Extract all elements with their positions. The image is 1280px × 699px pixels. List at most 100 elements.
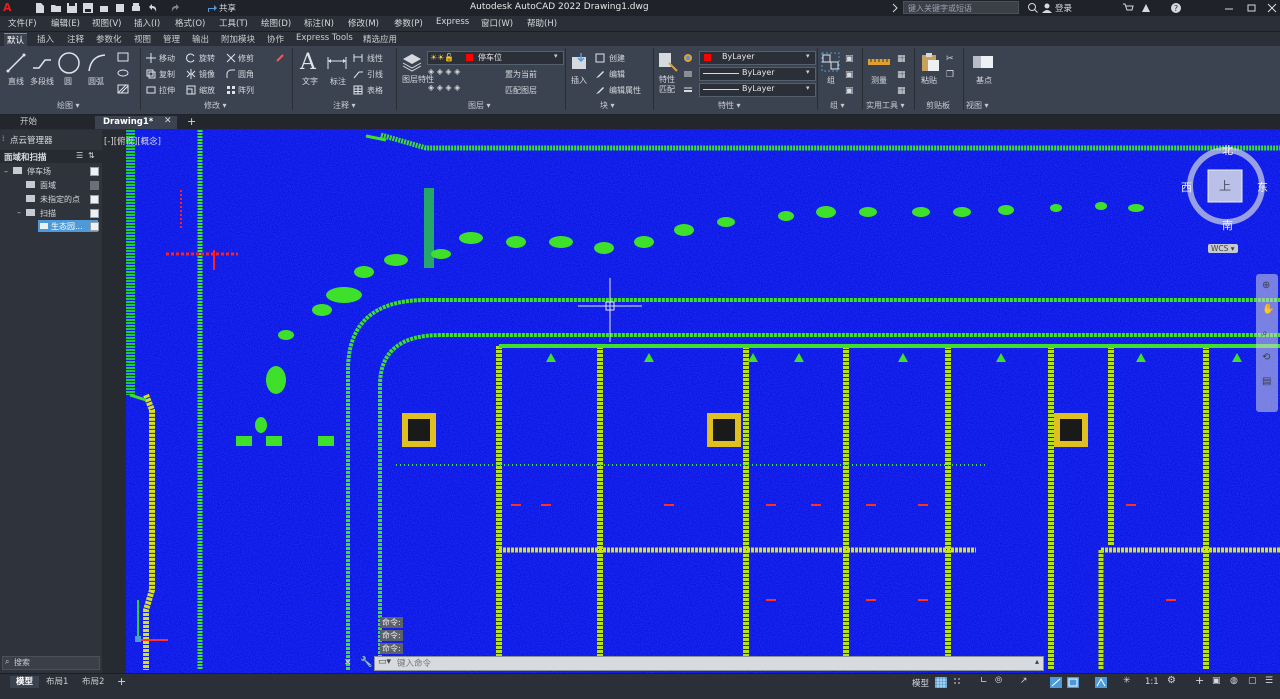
model-space-button[interactable]: 模型	[912, 677, 929, 689]
move-icon[interactable]	[146, 53, 156, 63]
showmotion-icon[interactable]: ▤	[1262, 376, 1271, 387]
menu-file[interactable]: 文件(F)	[8, 17, 37, 29]
clean-screen-icon[interactable]: ▢	[1248, 676, 1257, 686]
table-label[interactable]: 表格	[367, 85, 383, 96]
line-label[interactable]: 直线	[8, 76, 24, 87]
tab-annotate[interactable]: 注释	[64, 33, 87, 45]
polyline-label[interactable]: 多段线	[30, 76, 54, 87]
compass-east[interactable]: 东	[1257, 179, 1268, 195]
group-tools-icon[interactable]: ▣ ▣ ▣	[845, 51, 854, 99]
measure-label[interactable]: 测量	[871, 75, 887, 86]
tree-item-region-checkbox[interactable]	[90, 181, 99, 190]
wcs-menu[interactable]: WCS ▾	[1208, 244, 1238, 253]
circle-icon[interactable]	[57, 51, 81, 75]
arc-label[interactable]: 圆弧	[88, 76, 104, 87]
menu-draw[interactable]: 绘图(D)	[261, 17, 291, 29]
rotate-label[interactable]: 旋转	[199, 53, 215, 64]
tab-layout2[interactable]: 布局2	[76, 676, 110, 688]
polar-icon[interactable]: ⦾	[995, 676, 1002, 686]
ortho-icon[interactable]: ∟	[980, 676, 988, 686]
menu-format[interactable]: 格式(O)	[175, 17, 205, 29]
tab-view[interactable]: 视图	[131, 33, 154, 45]
new-file-icon[interactable]	[34, 2, 46, 14]
ellipse-icon[interactable]	[117, 68, 129, 78]
menu-help[interactable]: 帮助(H)	[527, 17, 557, 29]
tree-item-parking-checkbox[interactable]	[90, 167, 99, 176]
tab-model[interactable]: 模型	[10, 676, 40, 688]
rectangle-icon[interactable]	[117, 52, 129, 62]
hardware-acceleration-icon[interactable]: ▣	[1212, 676, 1221, 686]
save-icon[interactable]	[66, 2, 78, 14]
help-icon[interactable]: ?	[1170, 2, 1182, 14]
collapse-icon[interactable]: –	[4, 167, 8, 176]
layers-panel-label[interactable]: 图层 ▾	[468, 100, 491, 111]
restore-icon[interactable]	[1246, 2, 1258, 14]
drawing-viewport[interactable]	[126, 130, 1280, 673]
make-current-label[interactable]: 置为当前	[505, 69, 537, 80]
leader-icon[interactable]	[353, 69, 363, 79]
annotation-panel-label[interactable]: 注释 ▾	[333, 100, 356, 111]
edit-label[interactable]: 编辑	[609, 69, 625, 80]
dimension-label[interactable]: 标注	[330, 76, 346, 87]
measure-icon[interactable]	[867, 53, 891, 71]
orbit-icon[interactable]: ⟲	[1262, 352, 1270, 363]
array-label[interactable]: 阵列	[238, 85, 254, 96]
view-panel-label[interactable]: 视图 ▾	[966, 100, 989, 111]
create-label[interactable]: 创建	[609, 53, 625, 64]
undo-icon[interactable]	[146, 2, 158, 14]
add-layout-icon[interactable]: +	[117, 675, 126, 688]
tree-item-eco-park[interactable]: 生态园...	[51, 221, 83, 232]
groups-panel-label[interactable]: 组 ▾	[830, 100, 845, 111]
modify-panel-label[interactable]: 修改 ▾	[204, 100, 227, 111]
menu-insert[interactable]: 插入(I)	[134, 17, 160, 29]
list-view-icon[interactable]: ☰	[76, 151, 83, 160]
new-tab-icon[interactable]: +	[187, 115, 196, 128]
tab-output[interactable]: 输出	[189, 33, 212, 45]
base-view-label[interactable]: 基点	[976, 75, 992, 86]
dimension-icon[interactable]	[326, 53, 348, 71]
tab-manage[interactable]: 管理	[160, 33, 183, 45]
minimize-icon[interactable]	[1223, 2, 1235, 14]
tree-item-unassigned[interactable]: 未指定的点	[40, 194, 80, 205]
layer-properties-icon[interactable]	[401, 51, 423, 73]
menu-tools[interactable]: 工具(T)	[219, 17, 248, 29]
open-folder-icon[interactable]	[50, 2, 62, 14]
annotation-monitor-icon[interactable]	[1095, 677, 1107, 688]
tree-item-eco-park-checkbox[interactable]	[90, 222, 99, 231]
circle-label[interactable]: 圆	[64, 76, 72, 87]
login-label[interactable]: 登录	[1055, 2, 1072, 14]
layer-dropdown[interactable]: ☀☀🔓 停车位 ▾	[427, 51, 564, 65]
draw-panel-label[interactable]: 绘图 ▾	[57, 100, 80, 111]
compass-north[interactable]: 北	[1222, 142, 1233, 158]
text-label[interactable]: 文字	[302, 76, 318, 87]
share-label[interactable]: 共享	[219, 2, 236, 14]
help-community-icon[interactable]	[1140, 2, 1152, 14]
tab-express-tools[interactable]: Express Tools	[293, 33, 356, 45]
create-block-icon[interactable]	[595, 53, 605, 63]
insert-label[interactable]: 插入	[571, 75, 587, 86]
linear-dim-icon[interactable]	[353, 53, 363, 63]
paste-label[interactable]: 粘贴	[921, 75, 937, 86]
move-label[interactable]: 移动	[159, 53, 175, 64]
rotate-icon[interactable]	[186, 53, 196, 63]
base-view-icon[interactable]	[971, 52, 995, 72]
scale-icon[interactable]	[186, 85, 196, 95]
cloud-open-icon[interactable]	[98, 2, 110, 14]
collapse-icon[interactable]: –	[17, 208, 21, 217]
save-as-icon[interactable]	[82, 2, 94, 14]
add-icon[interactable]: +	[1195, 674, 1204, 687]
tab-collaborate[interactable]: 协作	[264, 33, 287, 45]
compass-west[interactable]: 西	[1181, 179, 1192, 195]
tab-start[interactable]: 开始	[12, 116, 45, 129]
tab-layout1[interactable]: 布局1	[40, 676, 74, 688]
menu-dimension[interactable]: 标注(N)	[304, 17, 334, 29]
search-expand-icon[interactable]	[889, 2, 901, 14]
grid-icon[interactable]	[935, 677, 947, 688]
fillet-label[interactable]: 圆角	[238, 69, 254, 80]
fillet-icon[interactable]	[226, 69, 236, 79]
edit-attribute-icon[interactable]	[595, 85, 605, 95]
paste-icon[interactable]	[919, 51, 941, 73]
tree-item-unassigned-checkbox[interactable]	[90, 195, 99, 204]
autocad-logo-icon[interactable]: A	[3, 1, 12, 14]
menu-parametric[interactable]: 参数(P)	[394, 17, 423, 29]
